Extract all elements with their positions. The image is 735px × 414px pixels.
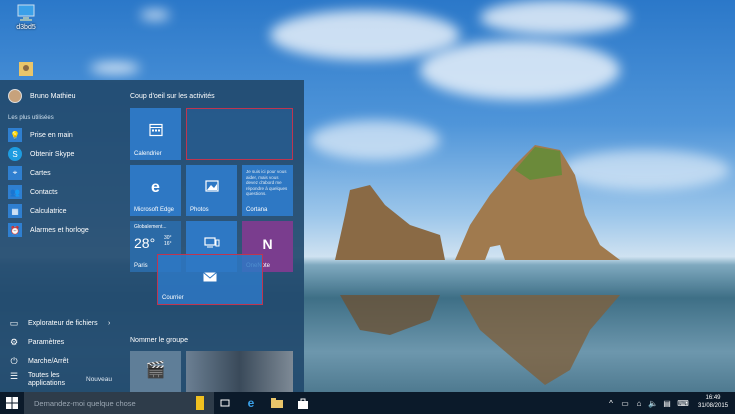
devices-icon <box>203 235 220 253</box>
all-apps-label: Toutes les applications <box>28 372 65 387</box>
app-label: Calculatrice <box>30 207 67 215</box>
app-label: Prise en main <box>30 131 73 139</box>
file-explorer-label: Explorateur de fichiers <box>28 320 98 327</box>
app-label: Alarmes et horloge <box>30 226 89 234</box>
rock-formations <box>335 145 620 260</box>
weather-range: 30° 16° <box>164 235 172 247</box>
windows-logo-icon <box>6 397 18 409</box>
gear-icon: ⚙ <box>9 337 19 347</box>
user-account[interactable]: Bruno Mathieu <box>8 89 76 103</box>
desktop-icon-computer[interactable]: d3bd5 <box>6 4 46 31</box>
cloud <box>90 62 140 74</box>
clock[interactable]: 16:49 31/08/2015 <box>698 394 728 410</box>
maps-icon: ⌖ <box>8 166 22 180</box>
settings-label: Paramètres <box>28 339 65 346</box>
weather-temp: 28° <box>134 235 156 251</box>
user-name: Bruno Mathieu <box>30 92 76 100</box>
tile-drop-placeholder[interactable] <box>186 108 293 160</box>
task-view-icon <box>220 399 230 407</box>
store-taskbar-icon[interactable] <box>294 392 312 414</box>
power-link[interactable]: ⏻ Marche/Arrêt <box>8 356 68 367</box>
edge-taskbar-icon[interactable]: e <box>242 392 260 414</box>
app-prise-en-main[interactable]: 💡 Prise en main <box>8 128 73 142</box>
most-used-heading: Les plus utilisées <box>8 115 54 121</box>
cloud <box>140 10 170 20</box>
edge-icon: e <box>151 179 160 197</box>
power-label: Marche/Arrêt <box>28 358 69 365</box>
folder-icon: ▭ <box>9 318 19 328</box>
group-heading-activities[interactable]: Coup d'oeil sur les activités <box>130 93 215 100</box>
cloud <box>270 10 460 60</box>
start-left-column: Bruno Mathieu Les plus utilisées 💡 Prise… <box>0 80 124 392</box>
app-calculatrice[interactable]: ▦ Calculatrice <box>8 204 67 218</box>
cortana-message: Je suis ici pour vous aider, mais vous d… <box>246 169 288 196</box>
photos-icon <box>204 179 219 197</box>
alarm-clock-icon: ⏰ <box>8 223 22 237</box>
computer-icon <box>16 4 36 22</box>
app-label: Obtenir Skype <box>30 150 75 158</box>
tile-label: Paris <box>134 263 148 269</box>
rock-reflection <box>340 295 620 385</box>
start-button[interactable] <box>0 392 24 414</box>
tile-edge[interactable]: e Microsoft Edge <box>130 165 181 216</box>
tile-movies[interactable]: 🎬 <box>130 351 181 392</box>
app-label: Contacts <box>30 188 58 196</box>
desktop-icon-label: d3bd5 <box>16 24 36 31</box>
tile-mail-dragging[interactable]: Courrier <box>157 254 263 305</box>
all-apps-link[interactable]: ☰ Toutes les applications <box>8 372 78 388</box>
start-menu: Bruno Mathieu Les plus utilisées 💡 Prise… <box>0 80 304 392</box>
app-contacts[interactable]: 👥 Contacts <box>8 185 58 199</box>
cloud <box>480 0 630 35</box>
network-icon[interactable]: ⌂ <box>633 392 645 414</box>
mail-icon <box>203 269 217 287</box>
tile-label: Calendrier <box>134 151 162 157</box>
clock-time: 16:49 <box>705 395 721 401</box>
search-input[interactable]: Demandez-moi quelque chose <box>24 392 214 414</box>
tile-label: Microsoft Edge <box>134 207 175 213</box>
weather-title: Globalement... <box>134 224 167 230</box>
list-icon: ☰ <box>9 371 19 381</box>
app-cartes[interactable]: ⌖ Cartes <box>8 166 51 180</box>
tile-calendar[interactable]: Calendrier <box>130 108 181 160</box>
onenote-icon: N <box>262 236 273 253</box>
taskbar: Demandez-moi quelque chose e ^ ▭ ⌂ 🔈 ▤ ⌨… <box>0 392 735 414</box>
tile-photos[interactable]: Photos <box>186 165 237 216</box>
app-alarmes[interactable]: ⏰ Alarmes et horloge <box>8 223 89 237</box>
user-folder-icon <box>16 60 36 78</box>
cortana-icon[interactable] <box>196 396 204 410</box>
calculator-icon: ▦ <box>8 204 22 218</box>
task-view-button[interactable] <box>216 392 234 414</box>
app-label: Cartes <box>30 169 51 177</box>
file-explorer-link[interactable]: ▭ Explorateur de fichiers <box>8 318 98 329</box>
power-icon: ⏻ <box>10 356 18 366</box>
new-badge: Nouveau <box>86 376 113 383</box>
file-explorer-taskbar-icon[interactable] <box>268 392 286 414</box>
avatar <box>8 89 22 103</box>
contacts-icon: 👥 <box>8 185 22 199</box>
keyboard-icon[interactable]: ⌨ <box>676 392 690 414</box>
volume-icon[interactable]: 🔈 <box>647 392 659 414</box>
tile-label: Cortana <box>246 207 268 213</box>
settings-link[interactable]: ⚙ Paramètres <box>8 337 64 348</box>
lightbulb-icon: 💡 <box>8 128 22 142</box>
clock-date: 31/08/2015 <box>698 403 729 409</box>
language-icon[interactable]: ▤ <box>661 392 673 414</box>
group-heading-name[interactable]: Nommer le groupe <box>130 337 188 344</box>
notification-icon[interactable]: ▭ <box>619 392 631 414</box>
chevron-right-icon[interactable]: › <box>108 320 110 327</box>
film-icon: 🎬 <box>145 361 166 379</box>
cloud <box>420 40 620 100</box>
tile-label: Photos <box>190 207 209 213</box>
calendar-icon <box>148 122 163 141</box>
tile-cortana[interactable]: Je suis ici pour vous aider, mais vous d… <box>242 165 293 216</box>
tile-label: Courrier <box>162 295 184 301</box>
app-obtenir-skype[interactable]: S Obtenir Skype <box>8 147 74 161</box>
chevron-up-icon[interactable]: ^ <box>605 392 617 414</box>
tile-news-photo[interactable] <box>186 351 293 392</box>
desktop-icon-user-folder[interactable] <box>6 60 46 80</box>
skype-icon: S <box>8 147 22 161</box>
